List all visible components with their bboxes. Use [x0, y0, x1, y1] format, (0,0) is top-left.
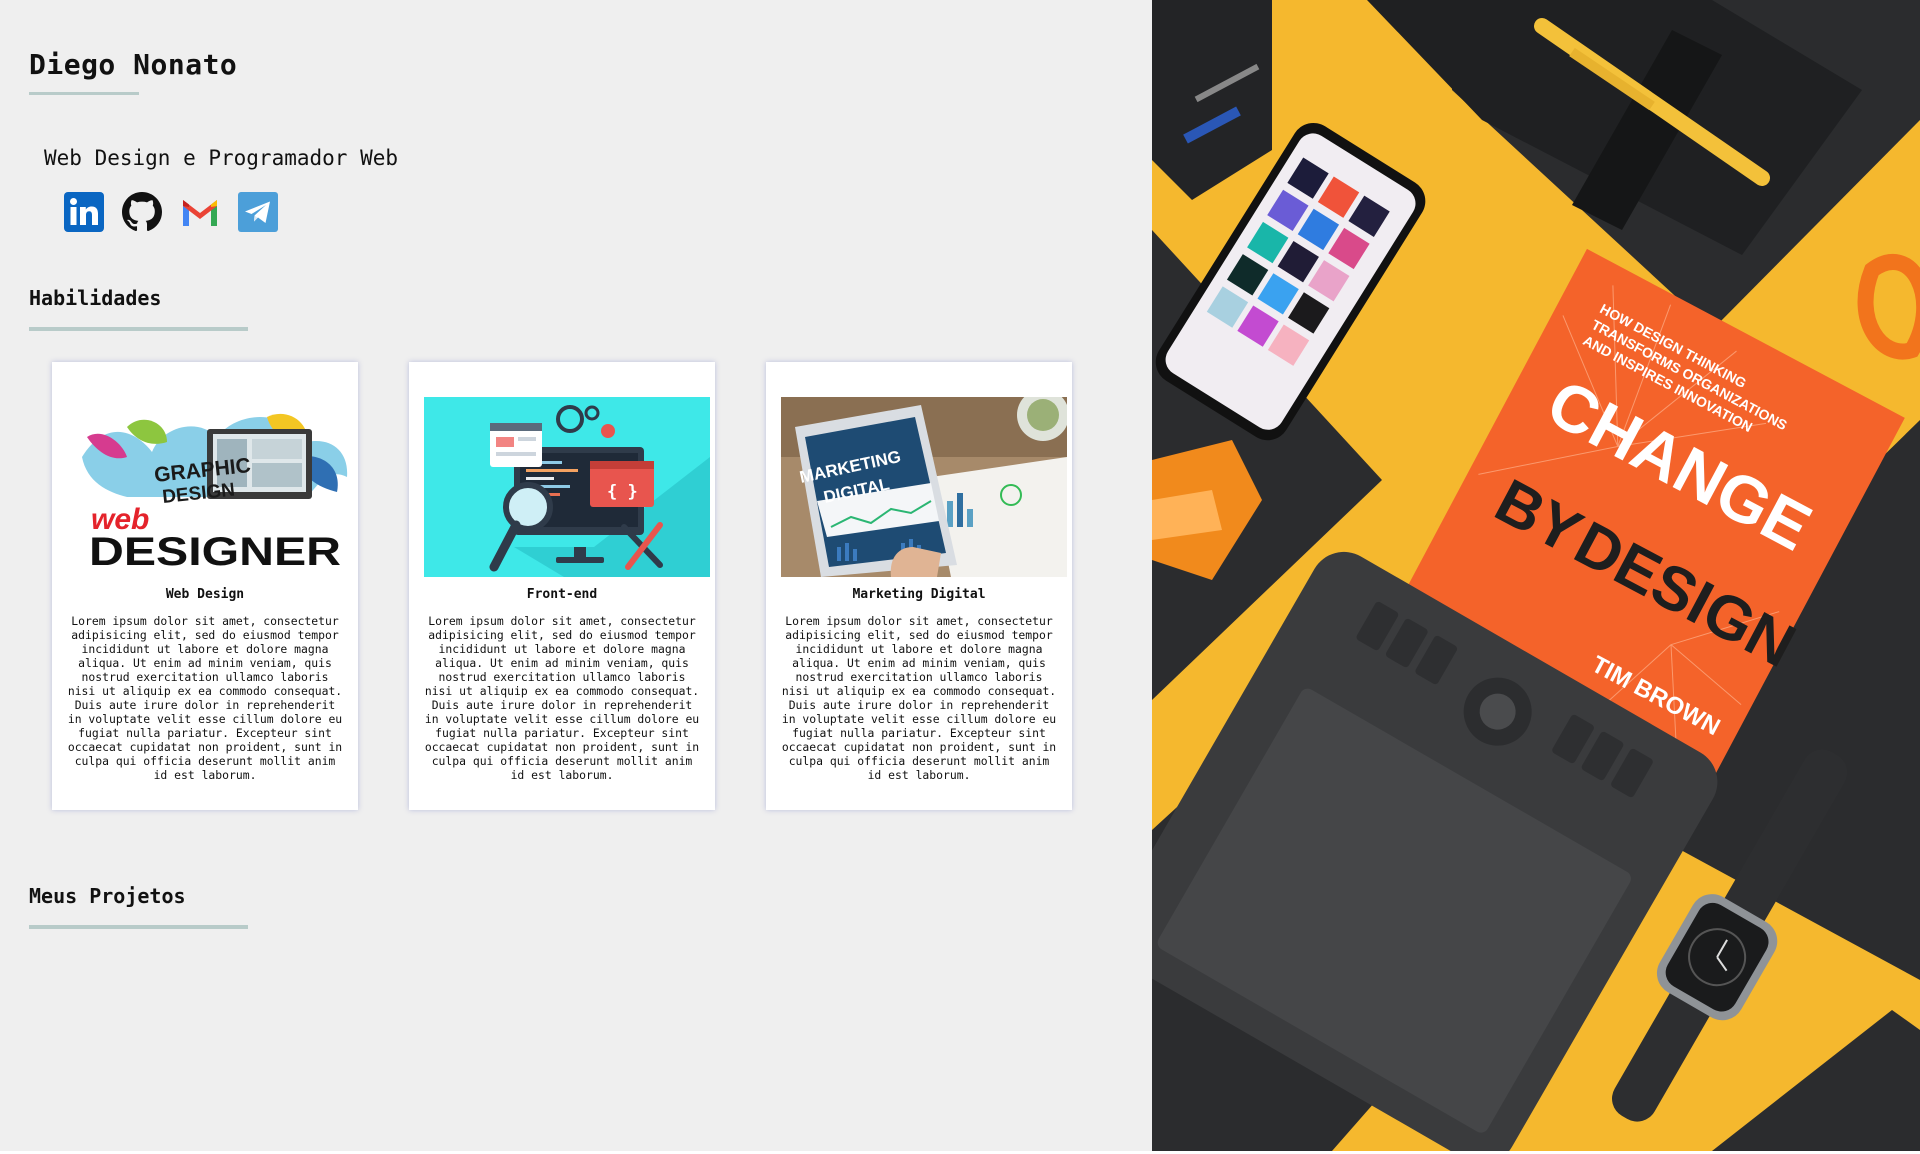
card-title: Front-end: [526, 587, 598, 602]
skill-card-front-end: { } Front-end Lorem ipsum dolor sit amet…: [409, 362, 715, 810]
card-title: Marketing Digital: [852, 587, 986, 602]
card-text: Lorem ipsum dolor sit amet, consectetur …: [67, 614, 343, 782]
projects-heading: Meus Projetos: [29, 884, 186, 908]
marketing-digital-image: MARKETING DIGITAL: [781, 397, 1067, 577]
linkedin-icon: [64, 192, 104, 232]
telegram-icon: [238, 192, 278, 232]
skills-underline: [29, 327, 248, 331]
web-designer-image: GRAPHIC DESIGN web DESIGNER: [67, 397, 353, 577]
gmail-icon: [183, 200, 217, 226]
card-title: Web Design: [165, 587, 245, 602]
name-underline: [29, 92, 139, 95]
github-link[interactable]: [122, 192, 162, 232]
telegram-link[interactable]: [238, 192, 278, 232]
hero-image-panel: CHANGE BY DESIGN TIM BROWN HOW DESIGN TH…: [1152, 0, 1920, 1151]
gmail-link[interactable]: [180, 192, 220, 232]
skill-card-marketing-digital: MARKETING DIGITAL Marketing Digital Lore…: [766, 362, 1072, 810]
front-end-image: { }: [424, 397, 710, 577]
skills-heading: Habilidades: [29, 286, 162, 310]
subtitle: Web Design e Programador Web: [44, 146, 399, 170]
social-links: [64, 192, 278, 232]
card-text: Lorem ipsum dolor sit amet, consectetur …: [424, 614, 700, 782]
image-text-designer: DESIGNER: [89, 530, 341, 574]
linkedin-link[interactable]: [64, 192, 104, 232]
left-panel: Diego Nonato Web Design e Programador We…: [0, 0, 1152, 1151]
projects-underline: [29, 925, 248, 929]
hero-photo: CHANGE BY DESIGN TIM BROWN HOW DESIGN TH…: [1152, 0, 1920, 1151]
site-name: Diego Nonato: [29, 48, 238, 81]
image-text-braces: { }: [607, 482, 638, 502]
card-text: Lorem ipsum dolor sit amet, consectetur …: [781, 614, 1057, 782]
skill-card-web-design: GRAPHIC DESIGN web DESIGNER Web Design L…: [52, 362, 358, 810]
github-icon: [122, 192, 162, 232]
